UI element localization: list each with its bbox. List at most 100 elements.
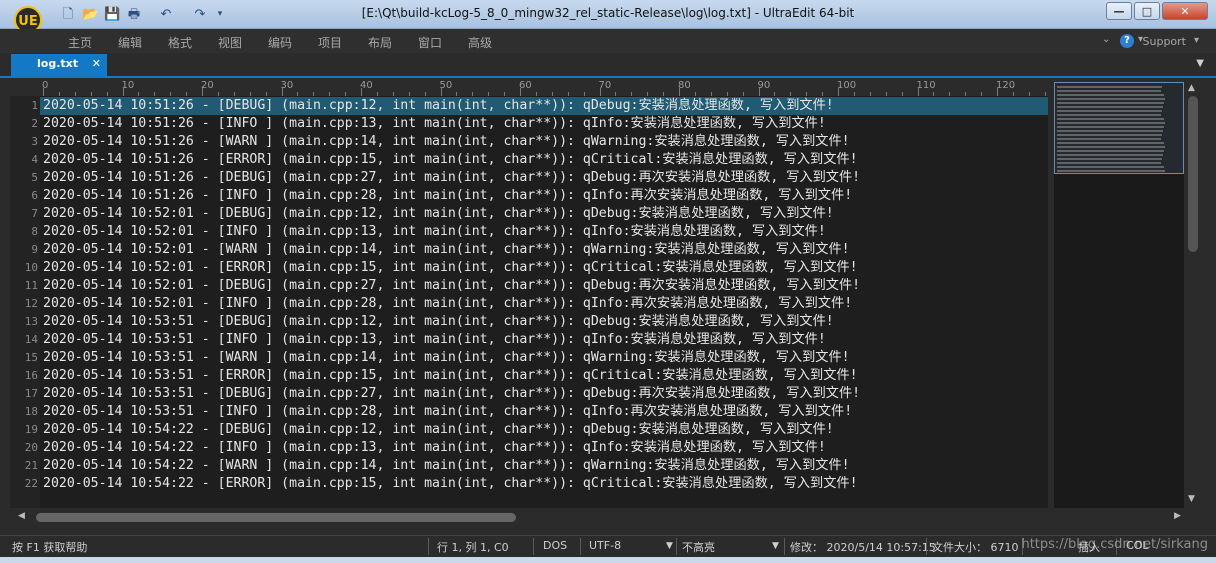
minimap-line (1057, 106, 1163, 108)
ruler-tick (202, 88, 203, 96)
line-number: 1 (31, 99, 38, 112)
help-icon[interactable]: ? (1120, 34, 1134, 48)
support-menu[interactable]: Support (1143, 35, 1186, 48)
minimap-line (1057, 118, 1164, 120)
line-number: 8 (31, 225, 38, 238)
code-line[interactable]: 2020-05-14 10:53:51 - [INFO ] (main.cpp:… (43, 403, 852, 421)
ruler-tick (122, 88, 124, 96)
status-line-ending[interactable]: DOS (543, 539, 567, 552)
code-line[interactable]: 2020-05-14 10:54:22 - [DEBUG] (main.cpp:… (43, 421, 834, 439)
line-number: 5 (31, 171, 38, 184)
ruler-tick (599, 88, 601, 96)
menu-format[interactable]: 格式 (168, 34, 192, 51)
code-line[interactable]: 2020-05-14 10:52:01 - [INFO ] (main.cpp:… (43, 223, 826, 241)
column-ruler: 0 10 20 30 40 50 60 70 80 90 100 110 120 (40, 78, 1048, 97)
minimap-line (1057, 150, 1164, 152)
code-line[interactable]: 2020-05-14 10:53:51 - [INFO ] (main.cpp:… (43, 331, 826, 349)
ruler-tick (917, 88, 919, 96)
status-encoding[interactable]: UTF-8 (589, 539, 621, 552)
menu-bar: 主页 编辑 格式 视图 编码 项目 布局 窗口 高级 ⌄ ? ▾ Support… (0, 29, 1216, 53)
code-line[interactable]: 2020-05-14 10:52:01 - [INFO ] (main.cpp:… (43, 295, 852, 313)
tab-close-icon[interactable]: ✕ (92, 57, 101, 70)
minimap-line (1057, 110, 1162, 112)
line-number: 19 (24, 423, 38, 436)
maximize-button[interactable]: □ (1134, 2, 1160, 20)
code-line[interactable]: 2020-05-14 10:53:51 - [WARN ] (main.cpp:… (43, 349, 850, 367)
line-number: 16 (24, 369, 38, 382)
tab-label: log.txt (37, 57, 78, 70)
tab-list-dropdown-icon[interactable]: ▼ (1196, 58, 1204, 69)
code-line[interactable]: 2020-05-14 10:51:26 - [WARN ] (main.cpp:… (43, 133, 850, 151)
encoding-dropdown-icon[interactable]: ▼ (666, 541, 673, 551)
menu-window[interactable]: 窗口 (418, 34, 442, 51)
menu-home[interactable]: 主页 (68, 34, 92, 51)
code-line[interactable]: 2020-05-14 10:51:26 - [DEBUG] (main.cpp:… (43, 97, 834, 115)
line-number: 17 (24, 387, 38, 400)
horizontal-scrollbar[interactable]: ◀ ▶ (16, 510, 1186, 524)
code-line[interactable]: 2020-05-14 10:52:01 - [ERROR] (main.cpp:… (43, 259, 858, 277)
status-position[interactable]: 行 1, 列 1, C0 (437, 539, 509, 555)
ruler-tick (758, 88, 760, 96)
code-line[interactable]: 2020-05-14 10:51:26 - [ERROR] (main.cpp:… (43, 151, 858, 169)
highlight-dropdown-icon[interactable]: ▼ (772, 541, 779, 551)
code-line[interactable]: 2020-05-14 10:54:22 - [INFO ] (main.cpp:… (43, 439, 826, 457)
title-bar: UE 🗋 📂 💾 🖶 ↶ ↷ ▾ [E:\Qt\build-kcLog-5_8_… (0, 0, 1216, 34)
minimap-line (1057, 146, 1166, 148)
menu-edit[interactable]: 编辑 (118, 34, 142, 51)
code-line[interactable]: 2020-05-14 10:52:01 - [DEBUG] (main.cpp:… (43, 205, 834, 223)
ruler-tick (838, 88, 839, 96)
ruler-label: 100 (837, 80, 857, 91)
menu-encoding[interactable]: 编码 (268, 34, 292, 51)
line-number: 9 (31, 243, 38, 256)
scroll-right-arrow-icon[interactable]: ▶ (1174, 511, 1181, 521)
minimap-line (1057, 166, 1164, 168)
line-number: 22 (24, 477, 38, 490)
code-line[interactable]: 2020-05-14 10:51:26 - [DEBUG] (main.cpp:… (43, 169, 860, 187)
ruler-tick (361, 88, 362, 96)
minimap-line (1057, 94, 1164, 96)
scroll-down-arrow-icon[interactable]: ▼ (1188, 494, 1195, 504)
code-line[interactable]: 2020-05-14 10:54:22 - [WARN ] (main.cpp:… (43, 457, 850, 475)
code-line[interactable]: 2020-05-14 10:54:22 - [ERROR] (main.cpp:… (43, 475, 858, 493)
ruler-tick (440, 88, 442, 96)
code-line[interactable]: 2020-05-14 10:53:51 - [ERROR] (main.cpp:… (43, 367, 858, 385)
collapse-ribbon-chevron-icon[interactable]: ⌄ (1102, 34, 1110, 45)
minimap-line (1057, 170, 1166, 172)
code-line[interactable]: 2020-05-14 10:53:51 - [DEBUG] (main.cpp:… (43, 313, 834, 331)
tab-log-txt[interactable]: log.txt ✕ (11, 54, 107, 76)
ruler-label: 120 (996, 80, 1016, 91)
code-line[interactable]: 2020-05-14 10:52:01 - [DEBUG] (main.cpp:… (43, 277, 860, 295)
vertical-scroll-thumb[interactable] (1188, 96, 1198, 252)
minimize-button[interactable]: — (1106, 2, 1132, 20)
status-highlight[interactable]: 不高亮 (682, 539, 715, 555)
minimap-line (1057, 138, 1161, 140)
line-number: 13 (24, 315, 38, 328)
vertical-scrollbar[interactable]: ▲ ▼ (1186, 82, 1200, 508)
minimap-line (1057, 126, 1164, 128)
line-number: 14 (24, 333, 38, 346)
code-line[interactable]: 2020-05-14 10:52:01 - [WARN ] (main.cpp:… (43, 241, 850, 259)
line-number: 11 (24, 279, 38, 292)
line-number: 15 (24, 351, 38, 364)
line-number: 3 (31, 135, 38, 148)
line-number: 4 (31, 153, 38, 166)
menu-project[interactable]: 项目 (318, 34, 342, 51)
support-dropdown-chevron-icon[interactable]: ▾ (1194, 35, 1199, 46)
text-editor[interactable]: 2020-05-14 10:51:26 - [DEBUG] (main.cpp:… (40, 96, 1048, 508)
scroll-up-arrow-icon[interactable]: ▲ (1188, 83, 1195, 93)
code-line[interactable]: 2020-05-14 10:51:26 - [INFO ] (main.cpp:… (43, 115, 826, 133)
csdn-watermark: https://blog.csdn.net/sirkang (1021, 537, 1208, 552)
close-button[interactable]: ✕ (1162, 2, 1208, 20)
scroll-left-arrow-icon[interactable]: ◀ (18, 511, 25, 521)
ruler-tick (679, 88, 680, 96)
ruler-tick (520, 88, 521, 96)
menu-advanced[interactable]: 高级 (468, 34, 492, 51)
horizontal-scroll-thumb[interactable] (36, 513, 516, 522)
menu-view[interactable]: 视图 (218, 34, 242, 51)
code-line[interactable]: 2020-05-14 10:53:51 - [DEBUG] (main.cpp:… (43, 385, 860, 403)
ruler-tick (281, 88, 283, 96)
ruler-tick (43, 88, 44, 96)
minimap[interactable] (1054, 82, 1184, 508)
menu-layout[interactable]: 布局 (368, 34, 392, 51)
code-line[interactable]: 2020-05-14 10:51:26 - [INFO ] (main.cpp:… (43, 187, 852, 205)
